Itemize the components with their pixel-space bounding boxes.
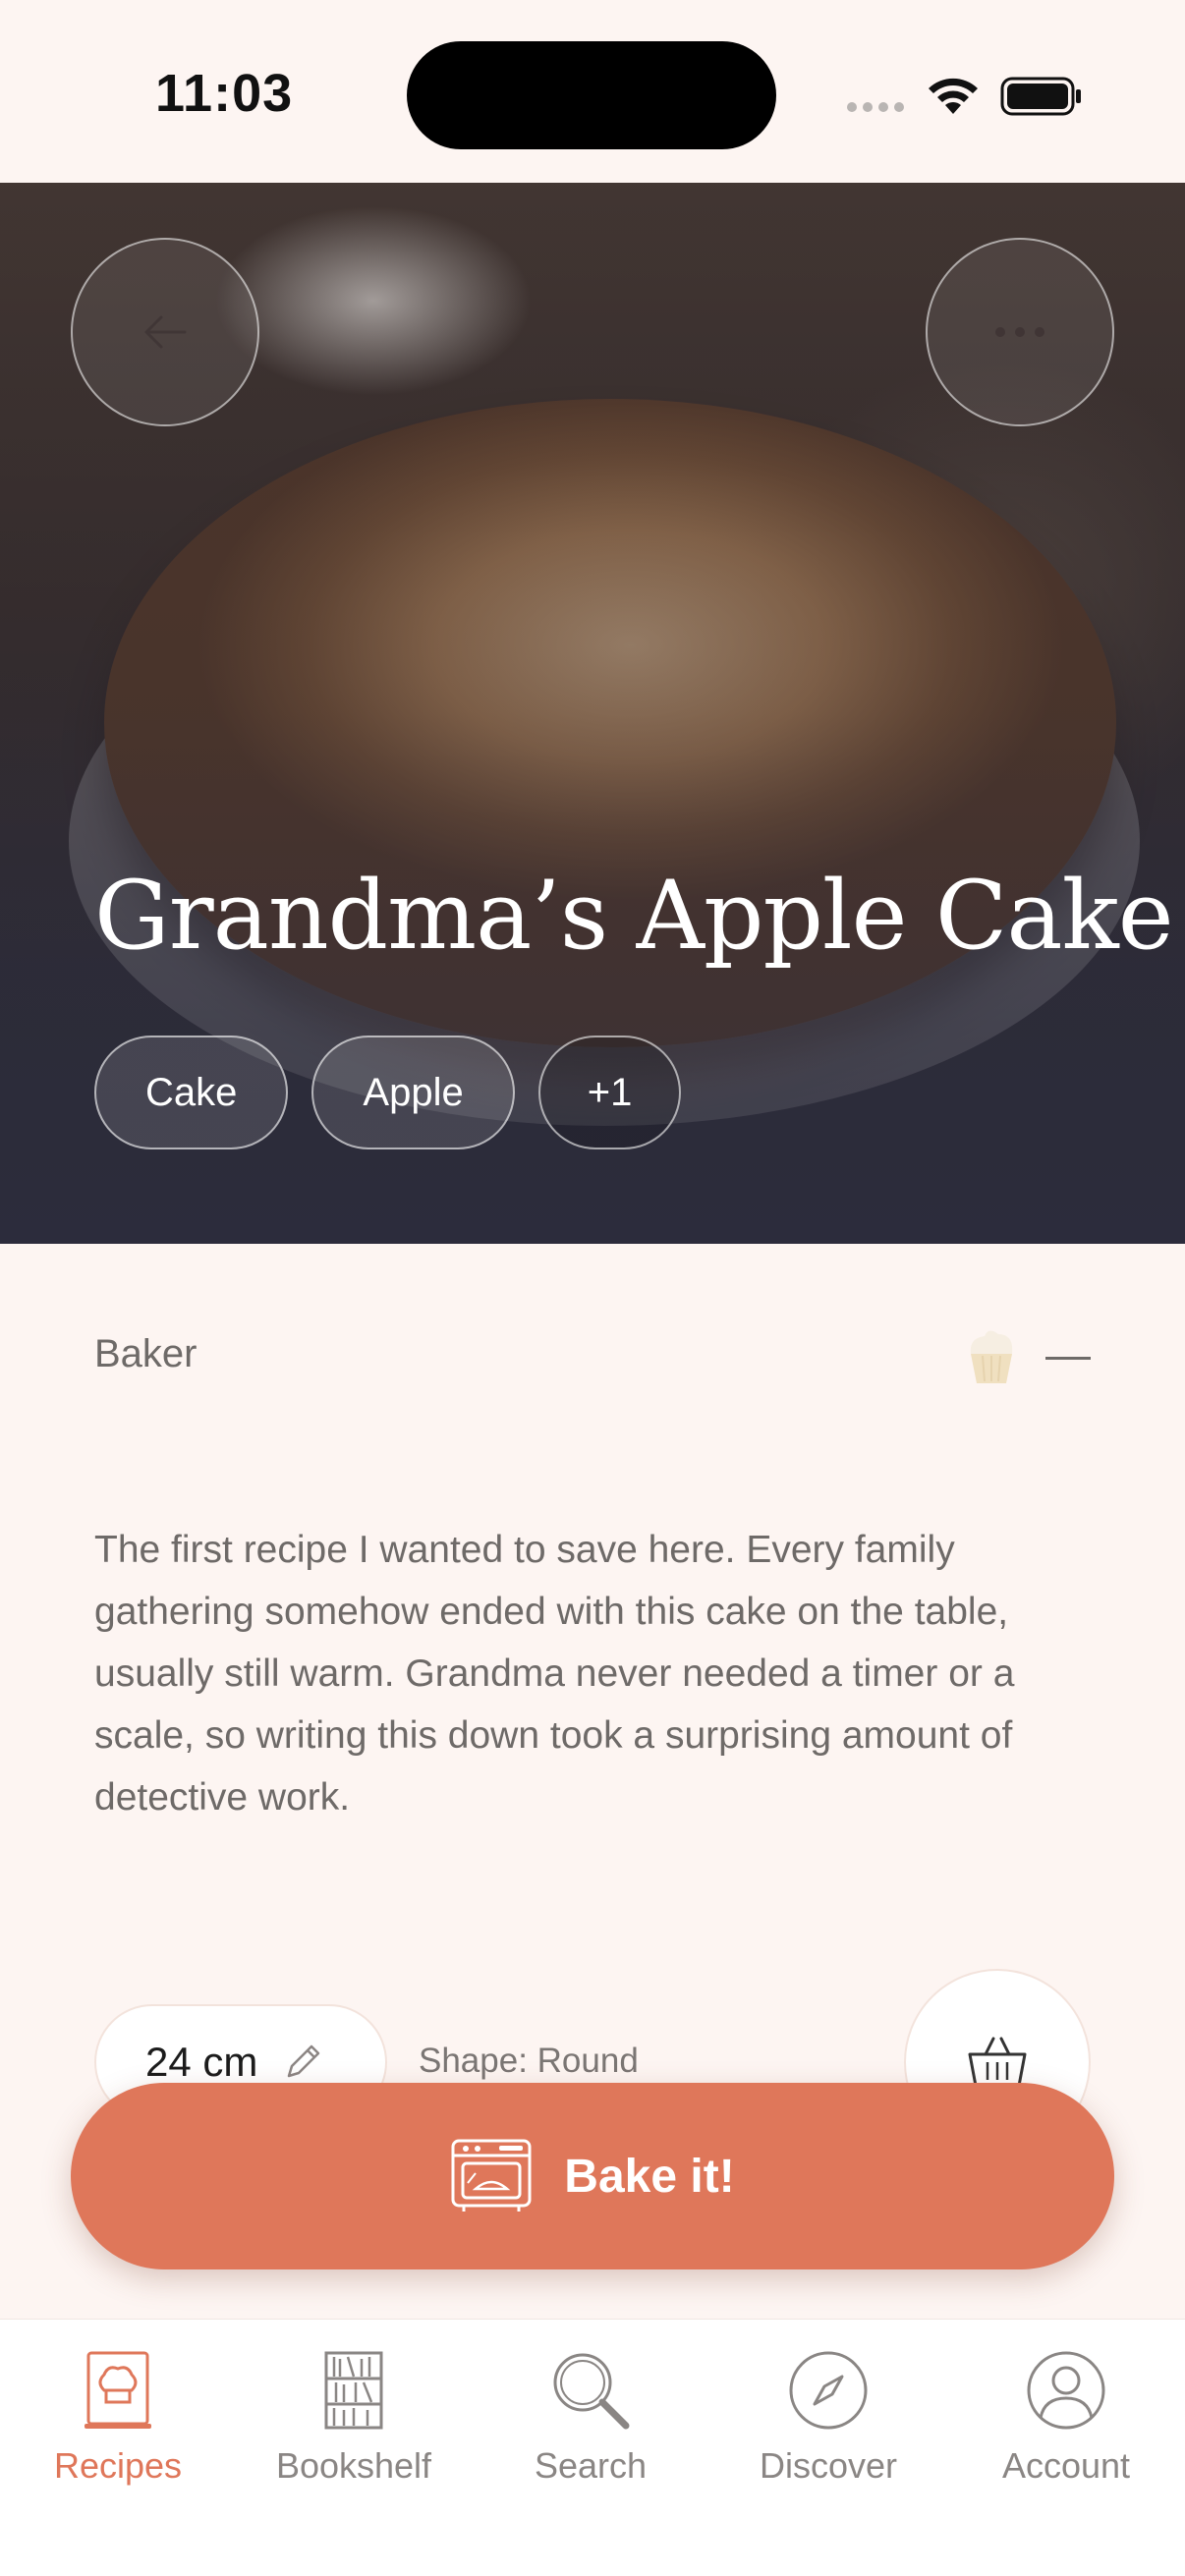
- back-button[interactable]: [71, 238, 259, 426]
- tab-label: Recipes: [53, 2445, 183, 2486]
- battery-icon: [1000, 77, 1081, 116]
- compass-icon: [789, 2351, 868, 2430]
- tab-label: Search: [534, 2445, 648, 2486]
- tab-account[interactable]: Account: [968, 2349, 1164, 2487]
- tab-discover[interactable]: Discover: [730, 2349, 927, 2487]
- tag-list: Cake Apple +1: [94, 1036, 682, 1149]
- dynamic-island: [407, 41, 776, 149]
- basket-icon: [968, 2037, 1027, 2088]
- account-icon: [1027, 2351, 1105, 2430]
- recipe-title: Grandma’s Apple Cake: [94, 861, 1174, 971]
- oven-icon: [451, 2139, 532, 2212]
- arrow-left-icon: [144, 315, 187, 349]
- pencil-icon: [288, 2044, 320, 2078]
- pan-shape-label: Shape: Round: [419, 2042, 639, 2080]
- tab-bar: Recipes Bookshelf Search Discover Accoun…: [0, 2319, 1185, 2576]
- tag-cake[interactable]: Cake: [94, 1036, 289, 1149]
- tab-search[interactable]: Search: [492, 2349, 689, 2487]
- tab-label: Account: [1001, 2445, 1131, 2486]
- tab-bookshelf[interactable]: Bookshelf: [255, 2349, 452, 2487]
- bake-it-label: Bake it!: [564, 2150, 735, 2203]
- tab-label: Bookshelf: [275, 2445, 432, 2486]
- tab-label: Discover: [759, 2445, 898, 2486]
- status-bar: 11:03: [0, 0, 1185, 183]
- ellipsis-icon: [995, 327, 1044, 337]
- baker-value: [1045, 1357, 1091, 1360]
- hero-image: Grandma’s Apple Cake Cake Apple +1: [0, 183, 1185, 1244]
- more-options-button[interactable]: [926, 238, 1114, 426]
- status-time: 11:03: [155, 64, 294, 123]
- bake-it-button[interactable]: Bake it!: [71, 2083, 1114, 2269]
- tab-recipes[interactable]: Recipes: [20, 2349, 216, 2487]
- search-icon: [553, 2353, 630, 2430]
- recipe-description: The first recipe I wanted to save here. …: [94, 1529, 1015, 1819]
- tag-apple[interactable]: Apple: [311, 1036, 515, 1149]
- cellular-signal-icon: [847, 102, 904, 112]
- baker-label: Baker: [94, 1332, 198, 1375]
- cupcake-icon: [970, 1330, 1013, 1383]
- wifi-icon: [929, 78, 978, 114]
- bookshelf-icon: [324, 2351, 383, 2430]
- tag-more[interactable]: +1: [537, 1036, 682, 1149]
- recipe-book-icon: [85, 2351, 151, 2429]
- pan-size-value: 24 cm: [145, 2039, 258, 2085]
